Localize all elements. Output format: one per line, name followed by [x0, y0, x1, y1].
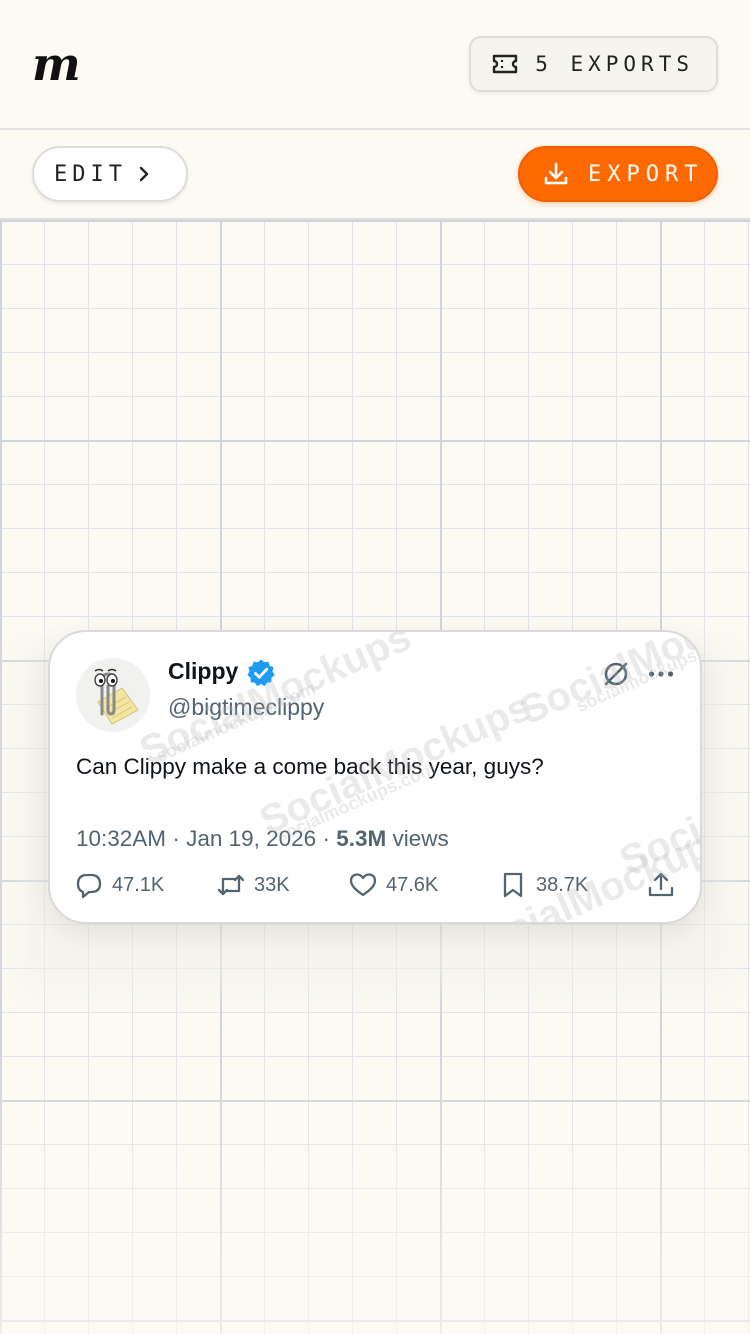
ticket-icon	[493, 54, 518, 74]
share-icon	[648, 872, 674, 897]
watermark-domain: socialmockups.com	[573, 630, 702, 717]
bookmark-icon	[503, 872, 523, 898]
logo[interactable]: m	[32, 36, 81, 92]
reply-icon	[76, 873, 102, 899]
reply-count: 47.1K	[112, 873, 165, 896]
edit-button[interactable]: EDIT	[32, 146, 188, 202]
repost-action[interactable]: 33K	[216, 870, 290, 900]
canvas-fade	[0, 1034, 750, 1334]
chevron-right-icon	[139, 166, 149, 182]
export-button[interactable]: EXPORT	[518, 146, 718, 202]
meta-separator: ·	[316, 826, 337, 851]
exports-badge[interactable]: 5 EXPORTS	[469, 36, 718, 92]
exports-count-label: 5 EXPORTS	[535, 52, 694, 76]
bookmark-count: 38.7K	[536, 873, 589, 896]
heart-icon	[349, 873, 377, 897]
display-name[interactable]: Clippy	[168, 658, 238, 685]
tweet-text: Can Clippy make a come back this year, g…	[76, 754, 544, 779]
like-count: 47.6K	[386, 873, 439, 896]
action-bar: 47.1K 33K 47.6K 38.7K	[74, 870, 678, 902]
clippy-avatar-image	[76, 658, 150, 732]
views-count[interactable]: 5.3M	[336, 826, 386, 851]
grok-icon[interactable]	[602, 660, 630, 688]
tweet-meta: 10:32AM · Jan 19, 2026 · 5.3M views	[76, 826, 449, 852]
share-action[interactable]	[646, 870, 684, 900]
views-label: views	[392, 826, 449, 851]
repost-icon	[217, 874, 245, 896]
download-icon	[544, 162, 568, 185]
avatar[interactable]	[76, 658, 150, 732]
tweet-card[interactable]: Clippy @bigtimeclippy Can Clippy make a …	[48, 630, 702, 924]
like-action[interactable]: 47.6K	[348, 870, 438, 900]
toolbar: EDIT EXPORT	[0, 130, 750, 220]
meta-separator: ·	[166, 826, 187, 851]
bookmark-action[interactable]: 38.7K	[498, 870, 588, 900]
export-button-label: EXPORT	[588, 161, 704, 187]
verified-badge-icon	[247, 659, 275, 687]
top-header: m 5 EXPORTS	[0, 0, 750, 130]
repost-count: 33K	[254, 873, 290, 896]
app-root: m 5 EXPORTS EDIT EXPORT Clippy @bigtimec…	[0, 0, 750, 1334]
edit-button-label: EDIT	[54, 161, 127, 187]
user-handle[interactable]: @bigtimeclippy	[168, 694, 324, 721]
reply-action[interactable]: 47.1K	[74, 870, 164, 900]
more-horizontal-icon[interactable]	[648, 666, 674, 682]
tweet-date[interactable]: Jan 19, 2026	[186, 826, 316, 851]
watermark-brand: SocialMockups	[613, 724, 702, 884]
tweet-time[interactable]: 10:32AM	[76, 826, 166, 851]
